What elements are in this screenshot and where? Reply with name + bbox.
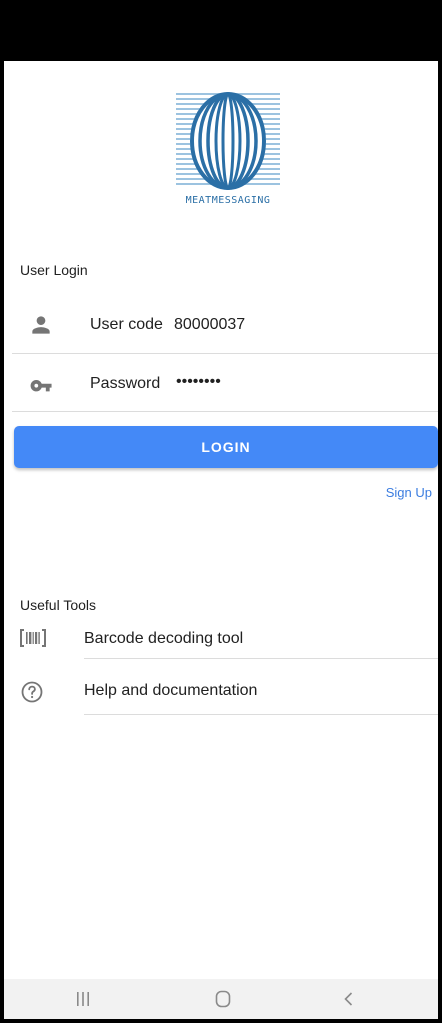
back-icon[interactable] (329, 985, 369, 1013)
sign-up-link[interactable]: Sign Up (386, 485, 432, 500)
barcode-tool-label: Barcode decoding tool (84, 630, 244, 647)
help-docs-label: Help and documentation (84, 682, 258, 699)
barcode-icon (18, 626, 48, 650)
divider (84, 658, 438, 659)
password-label: Password (90, 375, 161, 392)
app-logo: MEATMESSAGING (172, 87, 284, 209)
barcode-tool-item[interactable]: Barcode decoding tool (4, 614, 438, 660)
app-screen: MEATMESSAGING User Login User code 80000… (4, 4, 438, 1019)
system-nav-bar (4, 979, 438, 1019)
login-button[interactable]: LOGIN (14, 426, 438, 468)
logo-globe-icon (176, 92, 280, 190)
key-icon (28, 371, 54, 397)
help-circle-icon (20, 680, 44, 704)
password-field[interactable]: Password •••••••• (4, 359, 438, 412)
user-login-title: User Login (20, 262, 88, 278)
logo-text: MEATMESSAGING (185, 195, 271, 206)
divider (12, 411, 438, 412)
person-icon (28, 312, 54, 338)
divider (12, 353, 438, 354)
help-docs-item[interactable]: Help and documentation (4, 670, 438, 716)
home-icon[interactable] (203, 985, 243, 1013)
user-code-label: User code (90, 316, 163, 333)
useful-tools-title: Useful Tools (20, 597, 97, 613)
recent-apps-icon[interactable] (63, 985, 103, 1013)
divider (84, 714, 438, 715)
user-code-field[interactable]: User code 80000037 (4, 301, 438, 354)
password-input[interactable]: •••••••• (176, 373, 221, 391)
user-code-input[interactable]: 80000037 (174, 316, 245, 334)
status-bar (4, 4, 438, 61)
